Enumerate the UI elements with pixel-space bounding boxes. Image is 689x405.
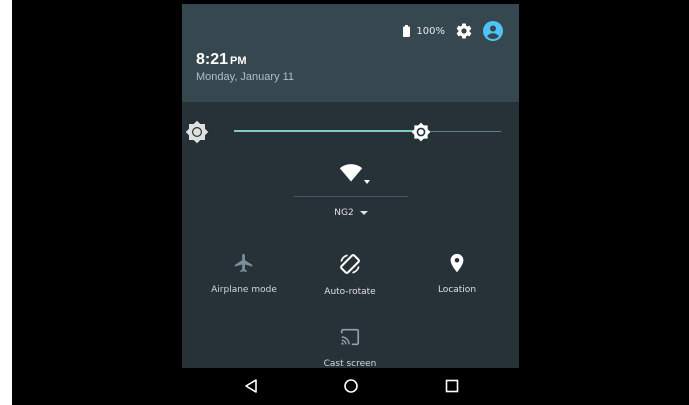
tile-label: Cast screen xyxy=(323,359,377,368)
battery-status: 100% xyxy=(403,25,445,37)
battery-percent: 100% xyxy=(416,25,445,37)
brightness-slider-thumb[interactable] xyxy=(411,122,431,142)
airplane-icon xyxy=(234,253,253,273)
dropdown-caret-icon xyxy=(359,210,368,215)
screen-edge xyxy=(0,0,12,405)
navigation-bar xyxy=(182,368,519,405)
location-icon xyxy=(450,253,464,273)
auto-rotate-icon xyxy=(340,254,360,274)
recents-icon[interactable] xyxy=(444,378,460,394)
tile-location[interactable]: Location xyxy=(402,252,512,295)
tile-label: Location xyxy=(437,285,477,295)
clock-ampm: PM xyxy=(230,55,247,67)
tile-label: Airplane mode xyxy=(211,285,277,295)
settings-gear-icon[interactable] xyxy=(455,22,473,40)
clock-time: 8:21 xyxy=(196,51,229,68)
tile-cast-screen[interactable]: Cast screen xyxy=(295,326,405,368)
tile-airplane-mode[interactable]: Airplane mode xyxy=(189,252,299,295)
home-icon[interactable] xyxy=(343,378,359,394)
tile-auto-rotate[interactable]: Auto-rotate xyxy=(295,252,405,297)
battery-icon xyxy=(403,25,411,37)
status-row: 100% xyxy=(403,21,503,41)
wifi-divider xyxy=(294,196,408,197)
cast-icon xyxy=(340,328,360,346)
wifi-network-name: NG2 xyxy=(334,208,354,218)
wifi-network-dropdown[interactable]: NG2 xyxy=(294,208,408,218)
date-label[interactable]: Monday, January 11 xyxy=(196,71,294,83)
tile-label: Auto-rotate xyxy=(324,287,376,297)
brightness-sun-icon xyxy=(185,120,209,144)
back-icon[interactable] xyxy=(243,378,259,394)
notification-header: 100% 8:21 PM Monday, January 11 xyxy=(182,4,519,102)
brightness-control xyxy=(182,120,519,144)
quick-settings-panel: 100% 8:21 PM Monday, January 11 NG2 Airp… xyxy=(182,4,519,368)
clock[interactable]: 8:21 PM xyxy=(196,51,247,69)
user-avatar-icon[interactable] xyxy=(483,21,503,41)
brightness-track-fill xyxy=(234,130,421,132)
wifi-icon[interactable] xyxy=(339,164,371,186)
